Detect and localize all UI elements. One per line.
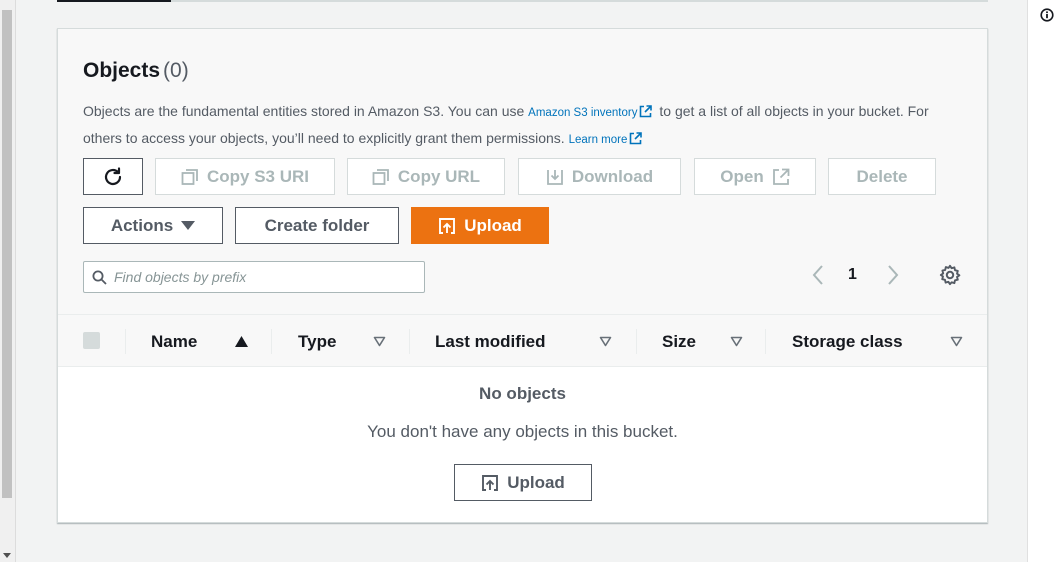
column-divider [409,329,410,354]
current-page-number[interactable]: 1 [848,266,857,284]
s3-inventory-link[interactable]: Amazon S3 inventory [528,107,637,119]
page-scrollbar[interactable] [0,0,16,562]
actions-dropdown-button[interactable]: Actions [83,207,223,244]
copy-icon [372,168,389,185]
search-icon [92,270,107,285]
copy-s3-uri-label: Copy S3 URI [206,166,310,186]
description-text-1: Objects are the fundamental entities sto… [83,103,529,119]
table-header: Name Type Last modified Size Storage cla… [58,314,987,367]
column-divider [636,329,637,354]
external-link-icon [640,105,653,118]
actions-label: Actions [110,215,174,235]
refresh-button[interactable] [83,158,143,195]
empty-state-upload-button[interactable]: Upload [454,464,592,501]
empty-state-title: No objects [479,384,566,403]
objects-container: Objects (0) Objects are the fundamental e… [57,28,988,523]
scroll-down-arrow[interactable] [3,553,11,558]
copy-url-button[interactable]: Copy URL [347,158,505,195]
upload-label: Upload [464,215,522,235]
external-link-icon [630,132,643,145]
column-header-type[interactable]: Type [298,315,336,368]
right-side-panel [1027,0,1062,562]
upload-icon [439,217,456,234]
copy-s3-uri-button[interactable]: Copy S3 URI [155,158,335,195]
column-divider [765,329,766,354]
objects-header: Objects (0) Objects are the fundamental e… [58,29,987,314]
chevron-left-icon[interactable] [811,264,825,286]
objects-title: Objects [83,59,161,82]
search-box [83,261,425,293]
external-link-icon [772,168,790,185]
delete-label: Delete [856,166,908,186]
sort-caret-down-icon[interactable] [950,336,963,347]
column-header-storage-class[interactable]: Storage class [792,315,903,368]
sort-ascending-icon[interactable] [235,336,248,347]
empty-upload-label: Upload [507,472,565,492]
create-folder-label: Create folder [264,215,370,235]
open-button[interactable]: Open [694,158,816,195]
learn-more-link[interactable]: Learn more [569,134,628,146]
scrollbar-thumb[interactable] [2,10,12,498]
select-all-checkbox[interactable] [83,332,100,349]
gear-icon[interactable] [939,264,961,286]
column-header-name[interactable]: Name [151,315,197,368]
download-icon [546,169,563,185]
active-tab-indicator [57,0,171,2]
objects-count: (0) [163,59,189,82]
column-header-size[interactable]: Size [662,315,696,368]
open-label: Open [720,166,764,186]
column-divider [271,329,272,354]
upload-button[interactable]: Upload [411,207,549,244]
empty-state-description: You don't have any objects in this bucke… [367,422,678,441]
sort-caret-down-icon[interactable] [730,336,743,347]
download-label: Download [571,166,654,186]
sort-caret-down-icon[interactable] [599,336,612,347]
page-title: Objects (0) [83,59,189,83]
sort-caret-down-icon[interactable] [373,336,386,347]
create-folder-button[interactable]: Create folder [235,207,399,244]
column-header-last-modified[interactable]: Last modified [435,315,546,368]
tab-underline [57,0,988,2]
info-icon[interactable] [1040,8,1054,22]
copy-icon [181,168,198,185]
chevron-right-icon[interactable] [886,264,900,286]
column-divider [125,329,126,354]
copy-url-label: Copy URL [397,166,481,186]
upload-icon [482,474,499,491]
objects-description: Objects are the fundamental entities sto… [83,99,963,153]
delete-button[interactable]: Delete [828,158,936,195]
download-button[interactable]: Download [518,158,681,195]
search-input[interactable] [114,267,414,287]
refresh-icon [104,166,122,185]
caret-down-icon [181,220,196,230]
